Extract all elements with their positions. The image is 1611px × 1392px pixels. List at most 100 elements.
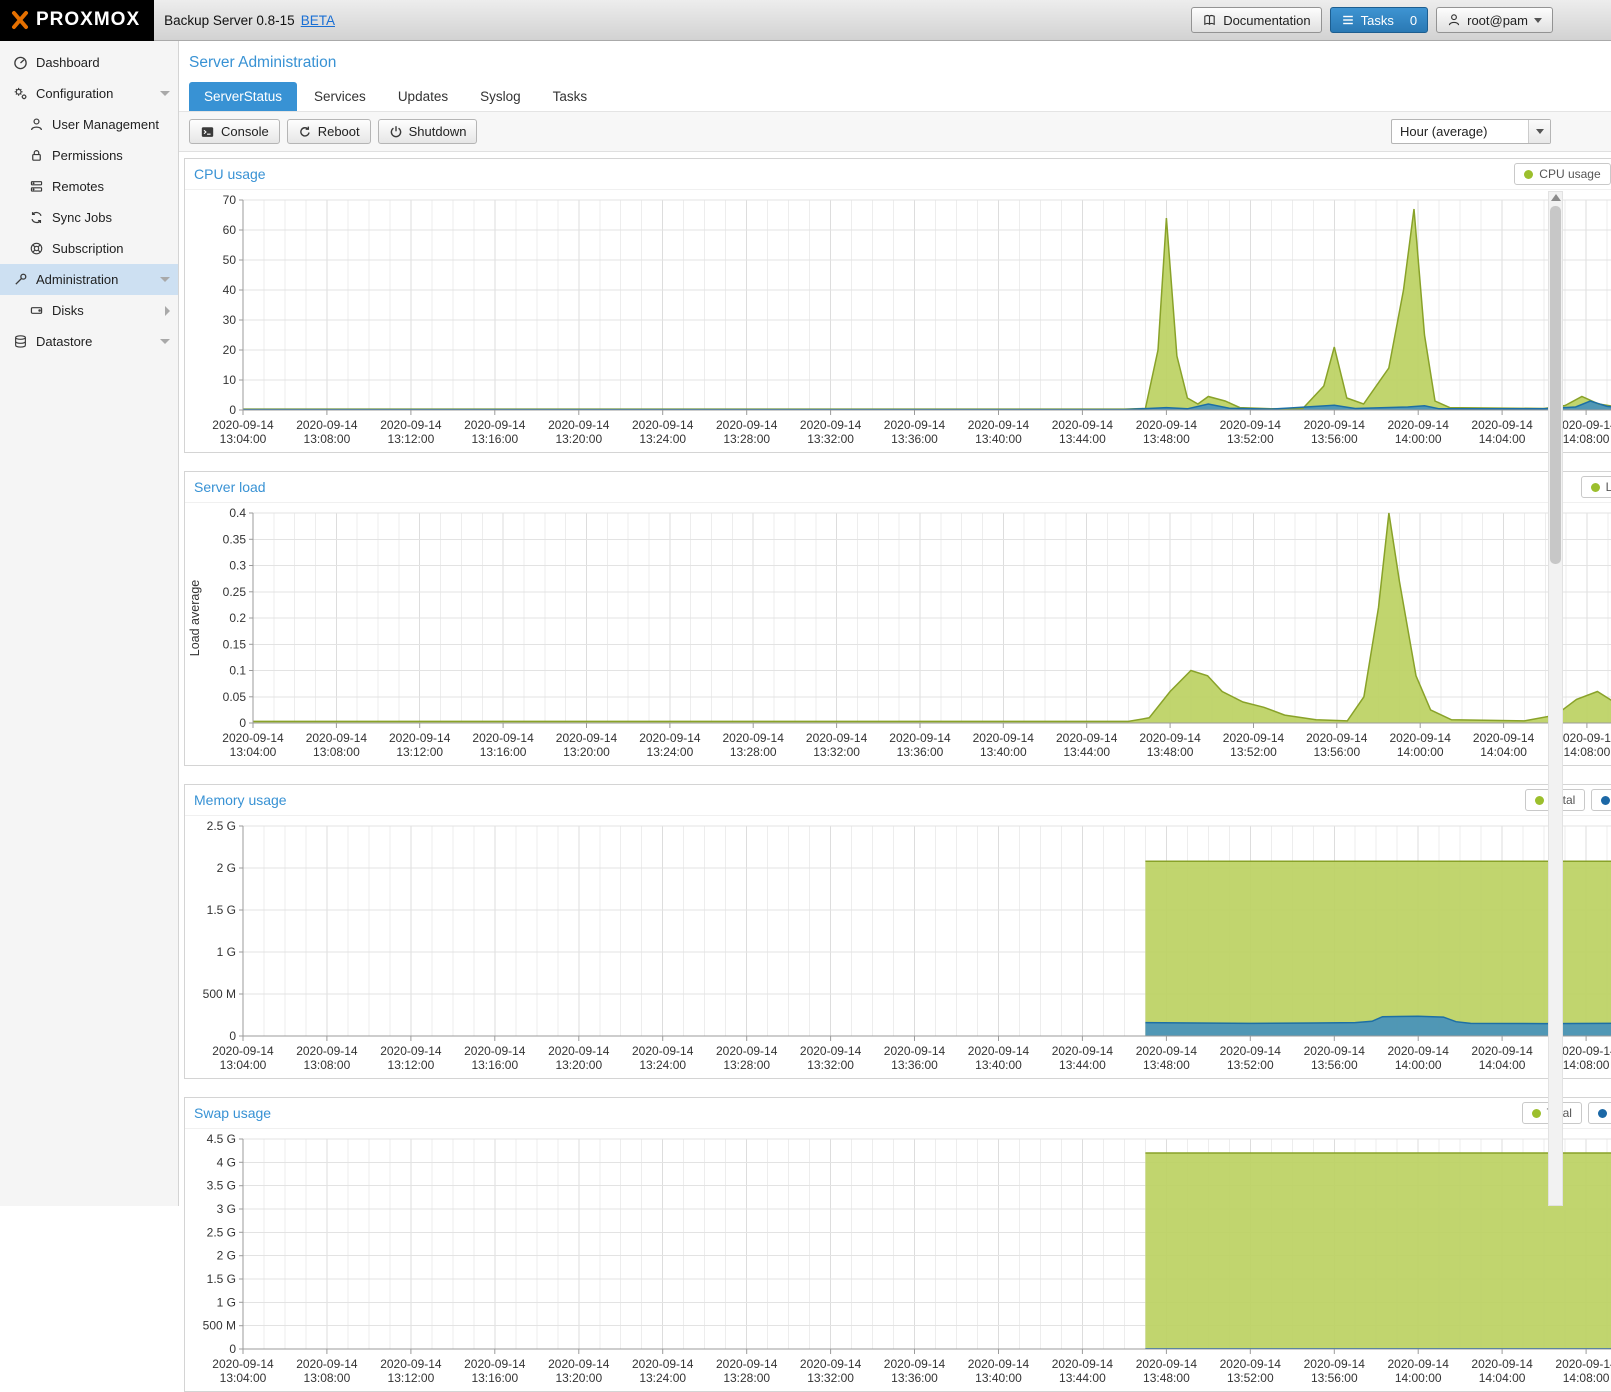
panel-title: CPU usage [194,166,266,182]
svg-text:13:28:00: 13:28:00 [723,1371,770,1385]
svg-text:4 G: 4 G [217,1155,236,1169]
svg-text:2020-09-14: 2020-09-14 [548,1357,610,1371]
beta-link[interactable]: BETA [301,13,335,28]
svg-text:2020-09-14: 2020-09-14 [1136,418,1198,432]
servers-icon [28,179,44,195]
svg-text:2020-09-14: 2020-09-14 [1220,1044,1282,1058]
svg-text:2020-09-14: 2020-09-14 [1220,418,1282,432]
svg-text:14:00:00: 14:00:00 [1395,1371,1442,1385]
expand-arrow-icon[interactable] [165,306,170,316]
legend-dot [1532,1109,1541,1118]
svg-text:20: 20 [223,343,237,357]
svg-text:2020-09-14: 2020-09-14 [1388,1044,1450,1058]
svg-text:2020-09-14: 2020-09-14 [464,1357,526,1371]
user-menu-button[interactable]: root@pam [1436,7,1553,33]
svg-text:2020-09-14: 2020-09-14 [548,1044,610,1058]
scrollbar-thumb[interactable] [1550,206,1561,564]
wrench-icon [12,272,28,288]
collapse-arrow-icon[interactable] [160,277,170,282]
svg-text:2020-09-14: 2020-09-14 [1223,731,1285,745]
sidebar-item-disks[interactable]: Disks [0,295,178,326]
documentation-button[interactable]: Documentation [1191,7,1321,33]
tab-tasks[interactable]: Tasks [538,82,603,111]
svg-text:Load average: Load average [188,580,202,657]
svg-text:500 M: 500 M [203,1319,236,1333]
svg-text:0: 0 [229,1029,236,1043]
svg-text:70: 70 [223,193,237,207]
panel-server-load: Server load Load average 00.050.10.150.2… [184,471,1611,766]
panel-header: Memory usage Total RAM usage [185,785,1611,816]
brand-name: PROXMOX [36,9,140,31]
sidebar-item-configuration[interactable]: Configuration [0,78,178,109]
svg-text:1 G: 1 G [217,1295,236,1309]
svg-text:13:04:00: 13:04:00 [230,745,277,759]
collapse-arrow-icon[interactable] [160,91,170,96]
tasks-button[interactable]: Tasks 0 [1330,7,1428,33]
svg-text:13:48:00: 13:48:00 [1143,432,1190,446]
svg-text:60: 60 [223,223,237,237]
svg-text:0.25: 0.25 [223,585,247,599]
legend-item-swap-usage[interactable]: Swap usage [1588,1102,1611,1124]
svg-text:2020-09-14: 2020-09-14 [1220,1357,1282,1371]
svg-text:2020-09-14: 2020-09-14 [1388,1357,1450,1371]
svg-text:3 G: 3 G [217,1202,236,1216]
svg-text:13:44:00: 13:44:00 [1059,1058,1106,1072]
svg-text:2020-09-14: 2020-09-14 [884,1357,946,1371]
sidebar-item-user-management[interactable]: User Management [0,109,178,140]
tab-syslog[interactable]: Syslog [465,82,536,111]
sidebar-item-remotes[interactable]: Remotes [0,171,178,202]
svg-text:13:32:00: 13:32:00 [807,432,854,446]
legend-label: Load average [1606,480,1611,494]
shutdown-button[interactable]: Shutdown [378,119,478,144]
tab-updates[interactable]: Updates [383,82,463,111]
svg-text:2020-09-14: 2020-09-14 [889,731,951,745]
tab-services[interactable]: Services [299,82,381,111]
sidebar-item-label: Remotes [52,179,104,194]
sidebar-item-subscription[interactable]: Subscription [0,233,178,264]
svg-text:500 M: 500 M [203,987,236,1001]
panel-cpu-usage: CPU usage CPU usage IO wait 010203040506… [184,158,1611,453]
svg-text:10: 10 [223,373,237,387]
legend-item-load-average[interactable]: Load average [1581,476,1611,498]
svg-text:2020-09-14: 2020-09-14 [800,1357,862,1371]
reboot-button[interactable]: Reboot [287,119,371,144]
legend-item-cpu-usage[interactable]: CPU usage [1514,163,1610,185]
collapse-arrow-icon[interactable] [160,339,170,344]
legend-item-ram-usage[interactable]: RAM usage [1591,789,1611,811]
svg-text:50: 50 [223,253,237,267]
svg-text:13:36:00: 13:36:00 [891,1371,938,1385]
svg-text:13:08:00: 13:08:00 [304,1371,351,1385]
svg-text:13:12:00: 13:12:00 [388,1371,435,1385]
svg-text:2020-09-14: 2020-09-14 [884,418,946,432]
svg-text:2020-09-14: 2020-09-14 [1052,1357,1114,1371]
timeframe-select[interactable]: Hour (average) [1391,119,1551,144]
sidebar-item-permissions[interactable]: Permissions [0,140,178,171]
chart-legend: Total RAM usage [1525,789,1611,811]
svg-text:14:08:00: 14:08:00 [1563,1371,1610,1385]
sidebar-item-sync-jobs[interactable]: Sync Jobs [0,202,178,233]
sidebar-item-label: Permissions [52,148,123,163]
svg-text:1.5 G: 1.5 G [207,1272,236,1286]
sidebar-item-administration[interactable]: Administration [0,264,178,295]
support-icon [28,241,44,257]
legend-dot [1601,796,1610,805]
combo-trigger[interactable] [1528,120,1550,143]
gears-icon [12,86,28,102]
svg-text:13:56:00: 13:56:00 [1311,1371,1358,1385]
svg-text:13:36:00: 13:36:00 [897,745,944,759]
scroll-up-arrow[interactable] [1551,194,1561,201]
sidebar-item-label: Disks [52,303,84,318]
svg-text:13:44:00: 13:44:00 [1063,745,1110,759]
svg-text:13:24:00: 13:24:00 [639,432,686,446]
tab-serverstatus[interactable]: ServerStatus [189,82,297,111]
console-button[interactable]: Console [189,119,280,144]
svg-text:30: 30 [223,313,237,327]
main-content: Server Administration ServerStatus Servi… [179,41,1611,1206]
sidebar-item-dashboard[interactable]: Dashboard [0,47,178,78]
legend-dot [1591,483,1600,492]
svg-text:13:16:00: 13:16:00 [471,1058,518,1072]
svg-text:2020-09-14: 2020-09-14 [1304,1357,1366,1371]
svg-text:13:20:00: 13:20:00 [555,1371,602,1385]
sidebar-item-datastore[interactable]: Datastore [0,326,178,357]
disk-icon [28,303,44,319]
